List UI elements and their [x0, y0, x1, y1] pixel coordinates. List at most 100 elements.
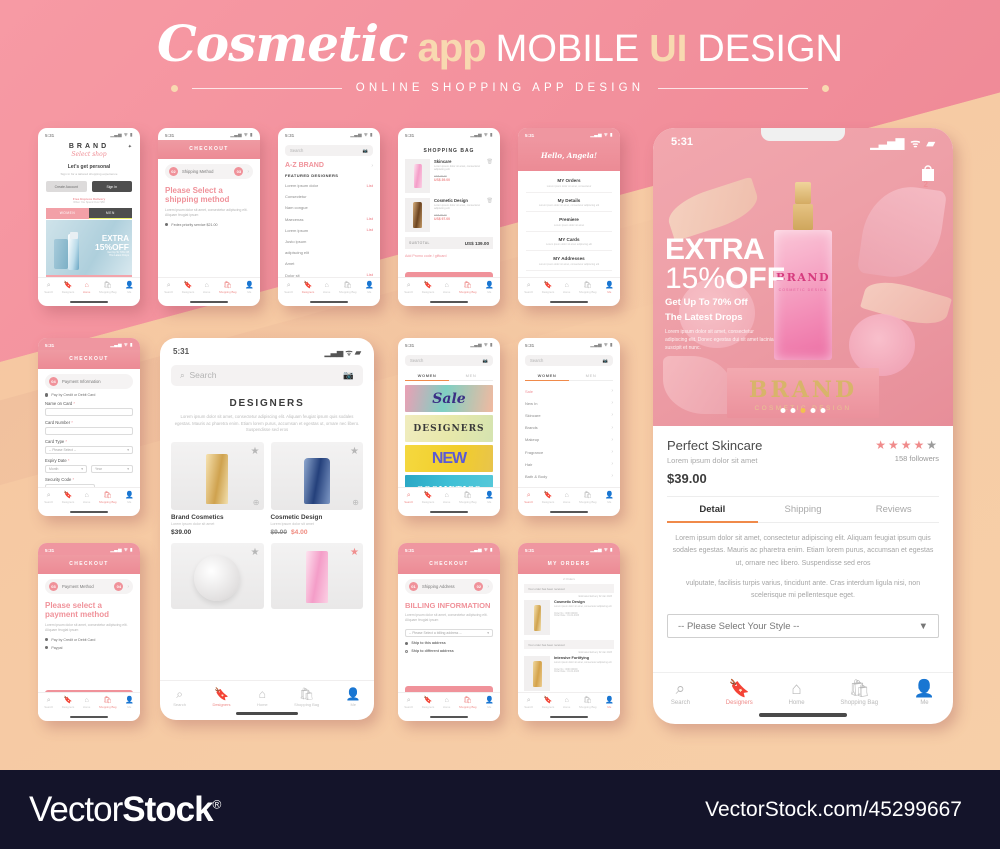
payment-option-paypal[interactable]: Paypal	[45, 646, 133, 650]
bottom-nav[interactable]: ⌕ Search 🔖 Designers ⌂ Home 🛍 Shopping Bag 👤…	[518, 277, 620, 299]
nav-search[interactable]: ⌕ Search	[524, 492, 533, 504]
nav-search[interactable]: ⌕ Search	[524, 697, 533, 709]
account-section[interactable]: MY Addresses Lorem ipsum dolor sit amet,…	[526, 251, 612, 271]
chevron-right-icon[interactable]: ›	[371, 163, 373, 169]
nav-home[interactable]: ⌂ Home	[563, 282, 570, 294]
nav-home[interactable]: ⌂ Home	[563, 697, 570, 709]
account-section[interactable]: My Details Lorem ipsum dolor sit amet, c…	[526, 193, 612, 212]
nav-home[interactable]: ⌂ Home	[789, 680, 805, 706]
nav-home[interactable]: ⌂ Home	[83, 492, 90, 504]
screen-designers-grid[interactable]: 5:31 ▁▃▅ ᯤ ▰ ⌕ Search 📷 DESIGNERS Lorem …	[160, 338, 374, 720]
nav-search[interactable]: ⌕ Search	[44, 697, 53, 709]
nav-shopping-bag[interactable]: 🛍 Shopping Bag	[339, 282, 357, 294]
hero-banner[interactable]: 5:31 ▁▃▅▇ ᯤ ▰ 2 BRAND COSMETIC DESIGN EX…	[653, 128, 953, 426]
nav-search[interactable]: ⌕ Search	[404, 697, 413, 709]
nav-home[interactable]: ⌂ Home	[83, 282, 90, 294]
dot[interactable]	[810, 408, 816, 413]
category-sale[interactable]: Sale ›	[525, 385, 613, 397]
nav-search[interactable]: ⌕ Search	[164, 282, 173, 294]
nav-designers[interactable]: 🔖 Designers	[542, 492, 555, 504]
camera-icon[interactable]: 📷	[603, 358, 608, 364]
screen-login[interactable]: 5:31 ▁▃▅ ᯤ ▮ BRAND Select shop ✦ Let's g…	[38, 128, 140, 306]
list-item[interactable]: Amet	[285, 258, 373, 269]
nav-designers[interactable]: 🔖 Designers	[542, 697, 555, 709]
tab-men[interactable]: MEN	[89, 208, 132, 219]
nav-me[interactable]: 👤 Me	[125, 697, 134, 709]
nav-designers[interactable]: 🔖 Designers	[62, 492, 75, 504]
list-item[interactable]: Lorem ipsum List	[285, 225, 373, 236]
nav-home[interactable]: ⌂ Home	[563, 492, 570, 504]
nav-shopping-bag[interactable]: 🛍 Shopping Bag	[219, 282, 237, 294]
nav-shopping-bag[interactable]: 🛍 Shopping Bag	[459, 282, 477, 294]
product-card[interactable]: ★	[270, 542, 363, 609]
nav-designers[interactable]: 🔖 Designers	[422, 697, 435, 709]
checkout-steps[interactable]: 04 Payment Information	[45, 374, 133, 389]
product-card[interactable]: ★ ⊕ Cosmetic Design Lorem ipsum dolor si…	[270, 441, 363, 536]
category-fragrance[interactable]: Fragrance ›	[525, 446, 613, 458]
settings-icon[interactable]: ✦	[128, 144, 132, 150]
list-item[interactable]: Lorem ipsum dolor List	[285, 180, 373, 191]
nav-shopping-bag[interactable]: 🛍 Shopping Bag	[840, 680, 878, 706]
favorite-star-icon[interactable]: ★	[251, 446, 260, 457]
nav-shopping-bag[interactable]: 🛍 Shopping Bag	[579, 282, 597, 294]
camera-icon[interactable]: 📷	[343, 370, 354, 381]
nav-home[interactable]: ⌂ Home	[257, 688, 268, 707]
bottom-nav[interactable]: ⌕ Search 🔖 Designers ⌂ Home 🛍 Shopping Bag 👤…	[38, 692, 140, 714]
bag-item[interactable]: Skincare Lorem ipsum dolor sit amet, con…	[405, 159, 493, 193]
screen-checkout-billing[interactable]: 5:31 ▁▃▅ ᯤ ▮ CHECKOUT 01 Shipping Address…	[398, 543, 500, 721]
search-input[interactable]: Search 📷	[405, 355, 493, 366]
nav-designers[interactable]: 🔖 Designers	[62, 697, 75, 709]
shipping-option[interactable]: Fedex priority service $21.00	[165, 223, 253, 227]
billing-address-select[interactable]: -- Please Select a billing address -- ▾	[405, 629, 493, 638]
bottom-nav[interactable]: ⌕ Search 🔖 Designers ⌂ Home 🛍 Shopping Bag 👤…	[38, 487, 140, 509]
checkout-steps[interactable]: 01 Shipping Address 02 ›	[405, 579, 493, 594]
nav-shopping-bag[interactable]: 🛍 Shopping Bag	[579, 492, 597, 504]
nav-designers[interactable]: 🔖 Designers	[422, 282, 435, 294]
screen-home-banners[interactable]: 5:31 ▁▃▅ ᯤ ▮ Search 📷 WOMEN MEN Sale DESI…	[398, 338, 500, 516]
screen-account[interactable]: 5:31 ▁▃▅ ᯤ ▮ Hello, Angela! MY Orders Lor…	[518, 128, 620, 306]
nav-designers[interactable]: 🔖 Designers	[62, 282, 75, 294]
nav-search[interactable]: ⌕ Search	[404, 492, 413, 504]
screen-checkout-payment-method[interactable]: 5:31 ▁▃▅ ᯤ ▮ CHECKOUT 03 Payment Method 0…	[38, 543, 140, 721]
tab-women[interactable]: WOMEN	[405, 371, 449, 381]
sign-in-button[interactable]: Sign In	[91, 181, 132, 192]
list-item[interactable]: Maecenas List	[285, 214, 373, 225]
nav-me[interactable]: 👤 Me	[485, 697, 494, 709]
category-hair[interactable]: Hair ›	[525, 458, 613, 470]
checkout-steps[interactable]: 03 Payment Method 04 ›	[45, 579, 133, 594]
account-section[interactable]: MY Cards Lorem ipsum dolor sit amet adip…	[526, 232, 612, 251]
screen-checkout-payment-info[interactable]: 5:31 ▁▃▅ ᯤ ▮ CHECKOUT 04 Payment Informat…	[38, 338, 140, 516]
bottom-nav[interactable]: ⌕ Search 🔖 Designers ⌂ Home 🛍 Shopping Bag 👤…	[160, 680, 374, 710]
nav-me[interactable]: 👤 Me	[914, 680, 935, 706]
tab-men[interactable]: MEN	[569, 371, 613, 381]
nav-designers[interactable]: 🔖 Designers	[212, 688, 230, 707]
list-item[interactable]: Consectetur	[285, 191, 373, 202]
product-tabs[interactable]: Detail Shipping Reviews	[667, 496, 940, 523]
category-skincare[interactable]: Skincare ›	[525, 409, 613, 421]
nav-home[interactable]: ⌂ Home	[443, 697, 450, 709]
nav-me[interactable]: 👤 Me	[485, 282, 494, 294]
screen-product-detail-hero[interactable]: 5:31 ▁▃▅▇ ᯤ ▰ 2 BRAND COSMETIC DESIGN EX…	[653, 128, 953, 724]
name-on-card-input[interactable]	[45, 408, 133, 416]
bottom-nav[interactable]: ⌕ Search 🔖 Designers ⌂ Home 🛍 Shopping Bag 👤…	[398, 487, 500, 509]
nav-home[interactable]: ⌂ Home	[203, 282, 210, 294]
nav-shopping-bag[interactable]: 🛍 Shopping Bag	[459, 492, 477, 504]
list-item[interactable]: Nam congue	[285, 202, 373, 213]
dot[interactable]	[820, 408, 826, 413]
order-row[interactable]: Intensive Fortifying Lorem ipsum dolor s…	[524, 656, 614, 691]
favorite-star-icon[interactable]: ★	[251, 547, 260, 558]
order-row[interactable]: Cosmetic Design Lorem ipsum dolor sit am…	[524, 600, 614, 635]
dot[interactable]	[780, 408, 786, 413]
account-section[interactable]: MY Orders Lorem ipsum dolor sit amet, co…	[526, 175, 612, 193]
dot[interactable]	[790, 408, 796, 413]
delete-icon[interactable]: 🗑	[487, 159, 493, 193]
favorite-star-icon[interactable]: ★	[350, 446, 359, 457]
nav-me[interactable]: 👤 Me	[125, 282, 134, 294]
nav-me[interactable]: 👤 Me	[605, 282, 614, 294]
nav-me[interactable]: 👤 Me	[125, 492, 134, 504]
nav-me[interactable]: 👤 Me	[245, 282, 254, 294]
nav-designers[interactable]: 🔖 Designers	[726, 680, 753, 706]
delete-icon[interactable]: 🗑	[487, 198, 493, 232]
search-input[interactable]: ⌕ Search 📷	[171, 365, 363, 386]
dot-active[interactable]	[800, 408, 806, 413]
